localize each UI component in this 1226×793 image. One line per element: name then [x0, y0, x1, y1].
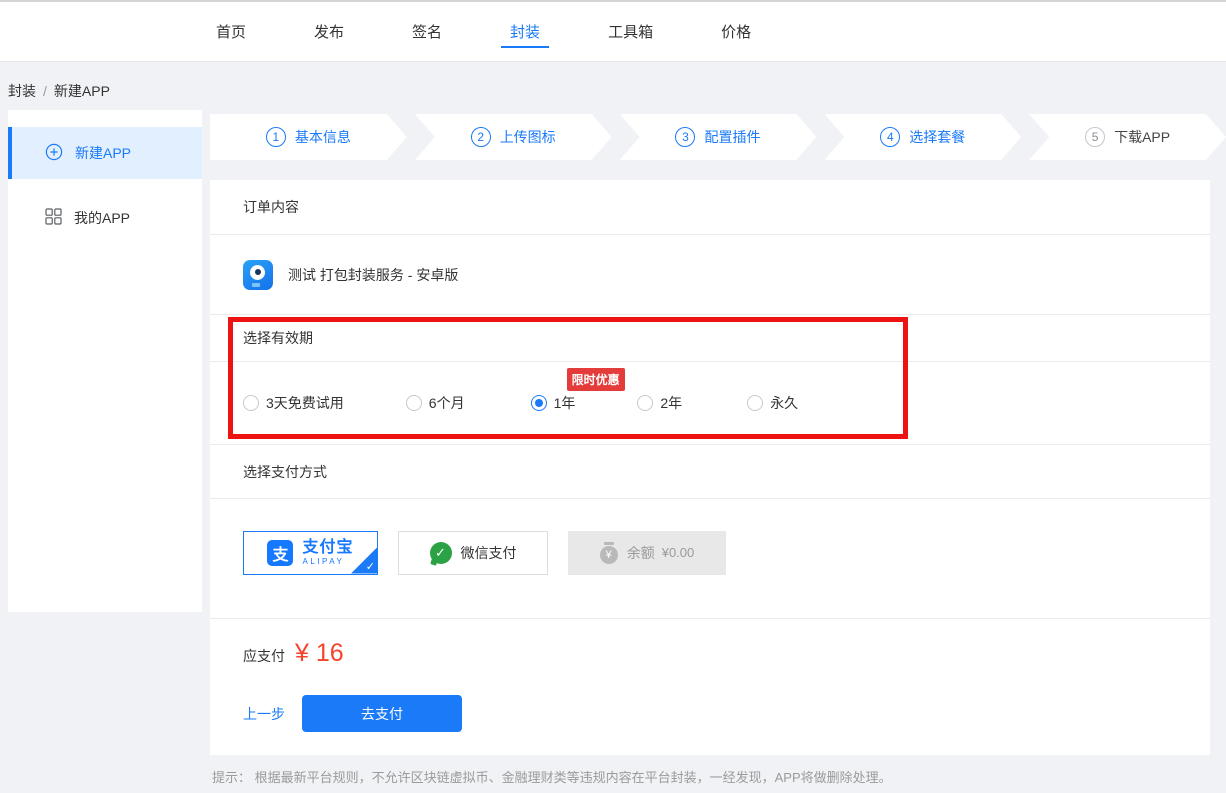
- step-number: 1: [266, 127, 286, 147]
- step-upload-icon[interactable]: 2 上传图标: [415, 114, 612, 160]
- step-number: 3: [675, 127, 695, 147]
- app-camera-icon: [243, 260, 273, 290]
- nav-item-package[interactable]: 封装: [501, 2, 549, 61]
- limited-time-offer-badge: 限时优惠: [567, 368, 625, 391]
- step-basic-info[interactable]: 1 基本信息: [210, 114, 407, 160]
- step-download-app: 5 下载APP: [1029, 114, 1226, 160]
- payment-methods: 支 支付宝 ALIPAY ✓ ✓ 微信支付 ¥ 余额 ¥0.00: [210, 499, 1210, 619]
- payment-section-title: 选择支付方式: [210, 445, 1210, 499]
- sidebar-item-new-app[interactable]: 新建APP: [8, 127, 202, 179]
- amount-due-value: ¥ 16: [295, 639, 344, 668]
- previous-step-link[interactable]: 上一步: [243, 704, 285, 724]
- step-number: 4: [880, 127, 900, 147]
- breadcrumb: 封装 / 新建APP: [8, 81, 110, 101]
- step-choose-plan[interactable]: 4 选择套餐: [824, 114, 1021, 160]
- validity-section-title: 选择有效期: [210, 315, 1210, 362]
- nav-item-publish[interactable]: 发布: [305, 2, 353, 61]
- radio-label: 2年: [660, 393, 682, 413]
- grid-icon: [45, 208, 62, 228]
- step-configure-plugins[interactable]: 3 配置插件: [620, 114, 817, 160]
- sidebar: 新建APP 我的APP: [8, 110, 202, 612]
- breadcrumb-separator: /: [43, 83, 47, 99]
- step-label: 基本信息: [295, 127, 351, 147]
- step-label: 配置插件: [704, 127, 760, 147]
- amount-due: 应支付 ¥ 16: [243, 639, 1210, 668]
- order-product-row: 测试 打包封装服务 - 安卓版: [210, 235, 1210, 315]
- breadcrumb-section[interactable]: 封装: [8, 83, 36, 99]
- sidebar-item-label: 新建APP: [75, 143, 131, 163]
- nav-item-toolbox[interactable]: 工具箱: [599, 2, 662, 61]
- payment-method-alipay[interactable]: 支 支付宝 ALIPAY ✓: [243, 531, 378, 575]
- alipay-wordmark: 支付宝 ALIPAY: [302, 540, 353, 566]
- product-name: 测试 打包封装服务 - 安卓版: [288, 265, 458, 285]
- radio-icon[interactable]: [531, 395, 547, 411]
- footer-tip: 提示： 根据最新平台规则，不允许区块链虚拟币、金融理财类等违规内容在平台封装，一…: [212, 767, 892, 786]
- radio-label: 1年: [554, 393, 576, 413]
- validity-option-1-year[interactable]: 限时优惠 1年: [531, 393, 576, 413]
- top-nav: 首页 发布 签名 封装 工具箱 价格: [0, 2, 1226, 62]
- radio-icon[interactable]: [747, 395, 763, 411]
- step-label: 选择套餐: [909, 127, 965, 147]
- nav-item-home[interactable]: 首页: [207, 2, 255, 61]
- balance-amount: ¥0.00: [662, 545, 695, 560]
- nav-item-sign[interactable]: 签名: [403, 2, 451, 61]
- radio-label: 永久: [770, 393, 798, 413]
- radio-icon[interactable]: [243, 395, 259, 411]
- step-label: 上传图标: [500, 127, 556, 147]
- plus-circle-icon: [45, 143, 63, 164]
- validity-option-2-years[interactable]: 2年: [637, 393, 682, 413]
- payment-summary: 应支付 ¥ 16 上一步 去支付: [210, 619, 1210, 732]
- money-bag-icon: ¥: [600, 546, 618, 564]
- order-panel: 订单内容 测试 打包封装服务 - 安卓版 选择有效期 3天免费试用 6个月 限时…: [210, 180, 1210, 755]
- validity-options: 3天免费试用 6个月 限时优惠 1年 2年 永久: [210, 362, 1210, 445]
- radio-label: 3天免费试用: [266, 393, 344, 413]
- order-content-title: 订单内容: [210, 180, 1210, 235]
- wizard-stepper: 1 基本信息 2 上传图标 3 配置插件 4 选择套餐 5 下载APP: [210, 114, 1226, 160]
- go-pay-button[interactable]: 去支付: [302, 695, 462, 732]
- amount-due-label: 应支付: [243, 646, 285, 666]
- step-number: 5: [1085, 127, 1105, 147]
- nav-item-pricing[interactable]: 价格: [712, 2, 760, 61]
- wechat-pay-icon: ✓: [430, 542, 452, 564]
- sidebar-item-label: 我的APP: [74, 208, 130, 228]
- selected-check-icon: ✓: [351, 548, 377, 574]
- validity-option-forever[interactable]: 永久: [747, 393, 798, 413]
- validity-option-trial[interactable]: 3天免费试用: [243, 393, 344, 413]
- radio-icon[interactable]: [406, 395, 422, 411]
- validity-option-6-months[interactable]: 6个月: [406, 393, 465, 413]
- step-number: 2: [471, 127, 491, 147]
- payment-method-wechat[interactable]: ✓ 微信支付: [398, 531, 548, 575]
- alipay-logo-icon: 支: [267, 540, 293, 566]
- radio-label: 6个月: [429, 393, 465, 413]
- radio-icon[interactable]: [637, 395, 653, 411]
- payment-method-balance: ¥ 余额 ¥0.00: [568, 531, 726, 575]
- sidebar-item-my-apps[interactable]: 我的APP: [8, 192, 202, 244]
- step-label: 下载APP: [1114, 127, 1170, 147]
- breadcrumb-page: 新建APP: [54, 83, 110, 99]
